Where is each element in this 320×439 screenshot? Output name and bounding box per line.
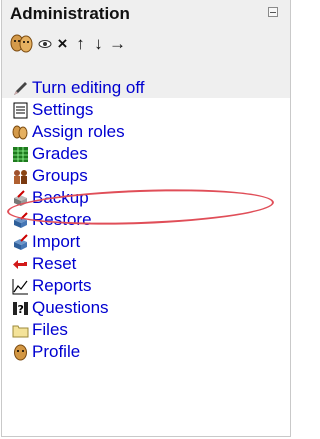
- menu-item-profile[interactable]: Profile: [12, 341, 80, 363]
- block-controls: × ↑ ↓ →: [10, 33, 126, 55]
- menu-item-turn-editing-off[interactable]: Turn editing off: [12, 77, 144, 99]
- menu-item-label: Assign roles: [32, 122, 125, 141]
- grades-icon: [12, 146, 29, 163]
- menu-item-files[interactable]: Files: [12, 319, 68, 341]
- roles-icon: [12, 124, 29, 141]
- menu-item-settings[interactable]: Settings: [12, 99, 93, 121]
- assign-roles-block-icon[interactable]: [10, 34, 35, 54]
- reports-icon: [12, 278, 29, 295]
- menu-item-import[interactable]: Import: [12, 231, 80, 253]
- groups-icon: [12, 168, 29, 185]
- move-up-icon[interactable]: ↑: [73, 34, 88, 54]
- menu-item-groups[interactable]: Groups: [12, 165, 88, 187]
- reset-icon: [12, 256, 29, 273]
- block-title: Administration: [10, 4, 130, 23]
- menu-item-label: Turn editing off: [32, 78, 145, 97]
- collapse-block-icon[interactable]: [268, 7, 278, 17]
- menu-item-label: Groups: [32, 166, 88, 185]
- svg-text:?: ?: [18, 303, 24, 316]
- administration-block: Administration × ↑ ↓ → Turn editing off …: [1, 0, 291, 437]
- menu-item-label: Reports: [32, 276, 92, 295]
- menu-item-label: Files: [32, 320, 68, 339]
- move-right-icon[interactable]: →: [109, 34, 126, 54]
- menu-item-assign-roles[interactable]: Assign roles: [12, 121, 125, 143]
- folder-icon: [12, 322, 29, 339]
- import-icon: [12, 233, 29, 251]
- move-down-icon[interactable]: ↓: [91, 34, 106, 54]
- menu-item-label: Import: [32, 232, 81, 251]
- profile-icon: [12, 344, 29, 361]
- menu-item-label: Reset: [32, 254, 77, 273]
- menu-item-questions[interactable]: ? Questions: [12, 297, 109, 319]
- pencil-icon: [12, 80, 29, 97]
- menu-item-grades[interactable]: Grades: [12, 143, 88, 165]
- questions-icon: ?: [12, 300, 29, 317]
- menu-item-reports[interactable]: Reports: [12, 275, 92, 297]
- menu-item-reset[interactable]: Reset: [12, 253, 76, 275]
- settings-document-icon: [12, 102, 29, 119]
- menu-item-label: Questions: [32, 298, 109, 317]
- hide-eye-icon[interactable]: [38, 37, 52, 51]
- menu-item-label: Grades: [32, 144, 88, 163]
- menu-item-label: Settings: [32, 100, 94, 119]
- delete-icon[interactable]: ×: [55, 34, 70, 54]
- menu-item-label: Profile: [32, 342, 81, 361]
